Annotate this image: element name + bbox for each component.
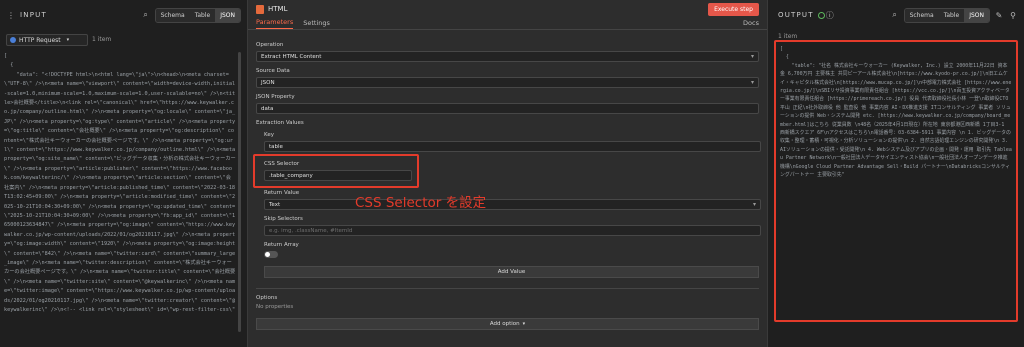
- add-option-label: Add option: [489, 321, 520, 327]
- search-icon[interactable]: ⌕: [890, 10, 900, 20]
- source-data-label: Source Data: [256, 68, 290, 74]
- source-data-value: JSON: [261, 79, 275, 86]
- tab-parameters[interactable]: Parameters: [256, 18, 294, 29]
- options-label: Options: [256, 295, 278, 301]
- input-panel: ⋮ INPUT ⌕ Schema Table JSON HTTP Request…: [0, 0, 248, 347]
- return-array-label: Return Array: [264, 242, 299, 248]
- output-json-view[interactable]: [ { "table": "社名 株式会社キーウォーカー (Keywalker,…: [774, 40, 1018, 322]
- extraction-value-group: Key table CSS Selector .table_company Re…: [264, 132, 761, 258]
- add-value-button[interactable]: Add Value: [264, 266, 759, 278]
- node-header: HTML Execute step: [248, 0, 767, 18]
- html5-icon: [256, 4, 264, 14]
- output-item-count: 1 item: [778, 33, 798, 40]
- tab-table[interactable]: Table: [189, 8, 216, 22]
- chevron-down-icon: ▾: [750, 79, 754, 86]
- chevron-down-icon: ▾: [522, 321, 526, 327]
- output-view-switch[interactable]: Schema Table JSON: [903, 7, 990, 23]
- json-property-input[interactable]: data: [256, 103, 759, 114]
- output-header: OUTPUT ⓘ ⌕ Schema Table JSON ✎ ⚲: [768, 0, 1024, 30]
- http-node-icon: [10, 37, 16, 43]
- tab-schema[interactable]: Schema: [904, 8, 939, 22]
- add-option-button[interactable]: Add option ▾: [256, 318, 759, 330]
- section-divider: [256, 288, 759, 289]
- code-line: {: [780, 54, 789, 61]
- code-line: "data": "<!DOCTYPE html>\n<html lang=\"j…: [4, 71, 239, 313]
- tab-schema[interactable]: Schema: [155, 8, 190, 22]
- search-icon[interactable]: ⌕: [141, 10, 151, 20]
- input-scrollbar[interactable]: [238, 52, 241, 332]
- input-header: ⋮ INPUT ⌕ Schema Table JSON: [0, 0, 247, 30]
- key-input[interactable]: table: [264, 141, 761, 152]
- operation-label: Operation: [256, 42, 284, 48]
- skip-selectors-label: Skip Selectors: [264, 216, 303, 222]
- return-value-select[interactable]: Text ▾: [264, 199, 761, 210]
- edit-icon[interactable]: ✎: [994, 11, 1004, 20]
- success-check-icon: [817, 11, 825, 19]
- return-value-value: Text: [269, 201, 281, 208]
- extraction-values-label: Extraction Values: [256, 120, 304, 126]
- pin-icon[interactable]: ⚲: [1008, 11, 1018, 20]
- code-line: "table": "社名 株式会社キーウォーカー (Keywalker, Inc…: [780, 62, 1012, 179]
- node-tabs: Parameters Settings Docs: [248, 18, 767, 30]
- docs-link[interactable]: Docs: [743, 19, 759, 29]
- code-line: [: [4, 53, 8, 59]
- info-icon: ⓘ: [825, 10, 834, 20]
- key-value: table: [269, 143, 283, 150]
- return-array-toggle[interactable]: [264, 251, 278, 258]
- tab-json[interactable]: JSON: [964, 8, 989, 22]
- skip-selectors-input[interactable]: e.g. img, .className, #ItemId: [264, 225, 761, 236]
- no-properties-text: No properties: [256, 304, 294, 310]
- execute-step-button[interactable]: Execute step: [708, 2, 759, 16]
- tab-table[interactable]: Table: [938, 8, 965, 22]
- json-property-value: data: [261, 105, 274, 112]
- json-property-label: JSON Property: [256, 94, 295, 100]
- code-line: [: [780, 46, 783, 52]
- drag-handle-icon[interactable]: ⋮: [6, 11, 16, 20]
- operation-select[interactable]: Extract HTML Content ▾: [256, 51, 759, 62]
- output-panel: OUTPUT ⓘ ⌕ Schema Table JSON ✎ ⚲ 1 item …: [767, 0, 1024, 347]
- key-label: Key: [264, 132, 274, 138]
- input-node-name: HTTP Request: [19, 36, 61, 44]
- chevron-down-icon: ▾: [750, 53, 754, 60]
- code-line: {: [4, 62, 14, 69]
- n8n-node-editor: ⋮ INPUT ⌕ Schema Table JSON HTTP Request…: [0, 0, 1024, 347]
- return-value-label: Return Value: [264, 190, 300, 196]
- chevron-down-icon: ▾: [66, 37, 70, 43]
- output-title: OUTPUT: [778, 11, 814, 19]
- chevron-down-icon: ▾: [752, 201, 756, 208]
- source-data-select[interactable]: JSON ▾: [256, 77, 759, 88]
- tab-json[interactable]: JSON: [215, 8, 240, 22]
- input-node-select[interactable]: HTTP Request ▾: [6, 34, 88, 46]
- operation-value: Extract HTML Content: [261, 53, 322, 60]
- tab-settings[interactable]: Settings: [303, 19, 330, 29]
- skip-selectors-placeholder: e.g. img, .className, #ItemId: [269, 227, 353, 234]
- input-title: INPUT: [20, 11, 47, 19]
- css-selector-highlight: [253, 154, 419, 188]
- annotation-text: CSS Selector を設定: [355, 195, 487, 211]
- input-json-view[interactable]: [ { "data": "<!DOCTYPE html>\n<html lang…: [4, 52, 236, 315]
- input-view-switch[interactable]: Schema Table JSON: [154, 7, 241, 23]
- input-item-count: 1 item: [92, 36, 112, 43]
- node-title[interactable]: HTML: [268, 5, 287, 13]
